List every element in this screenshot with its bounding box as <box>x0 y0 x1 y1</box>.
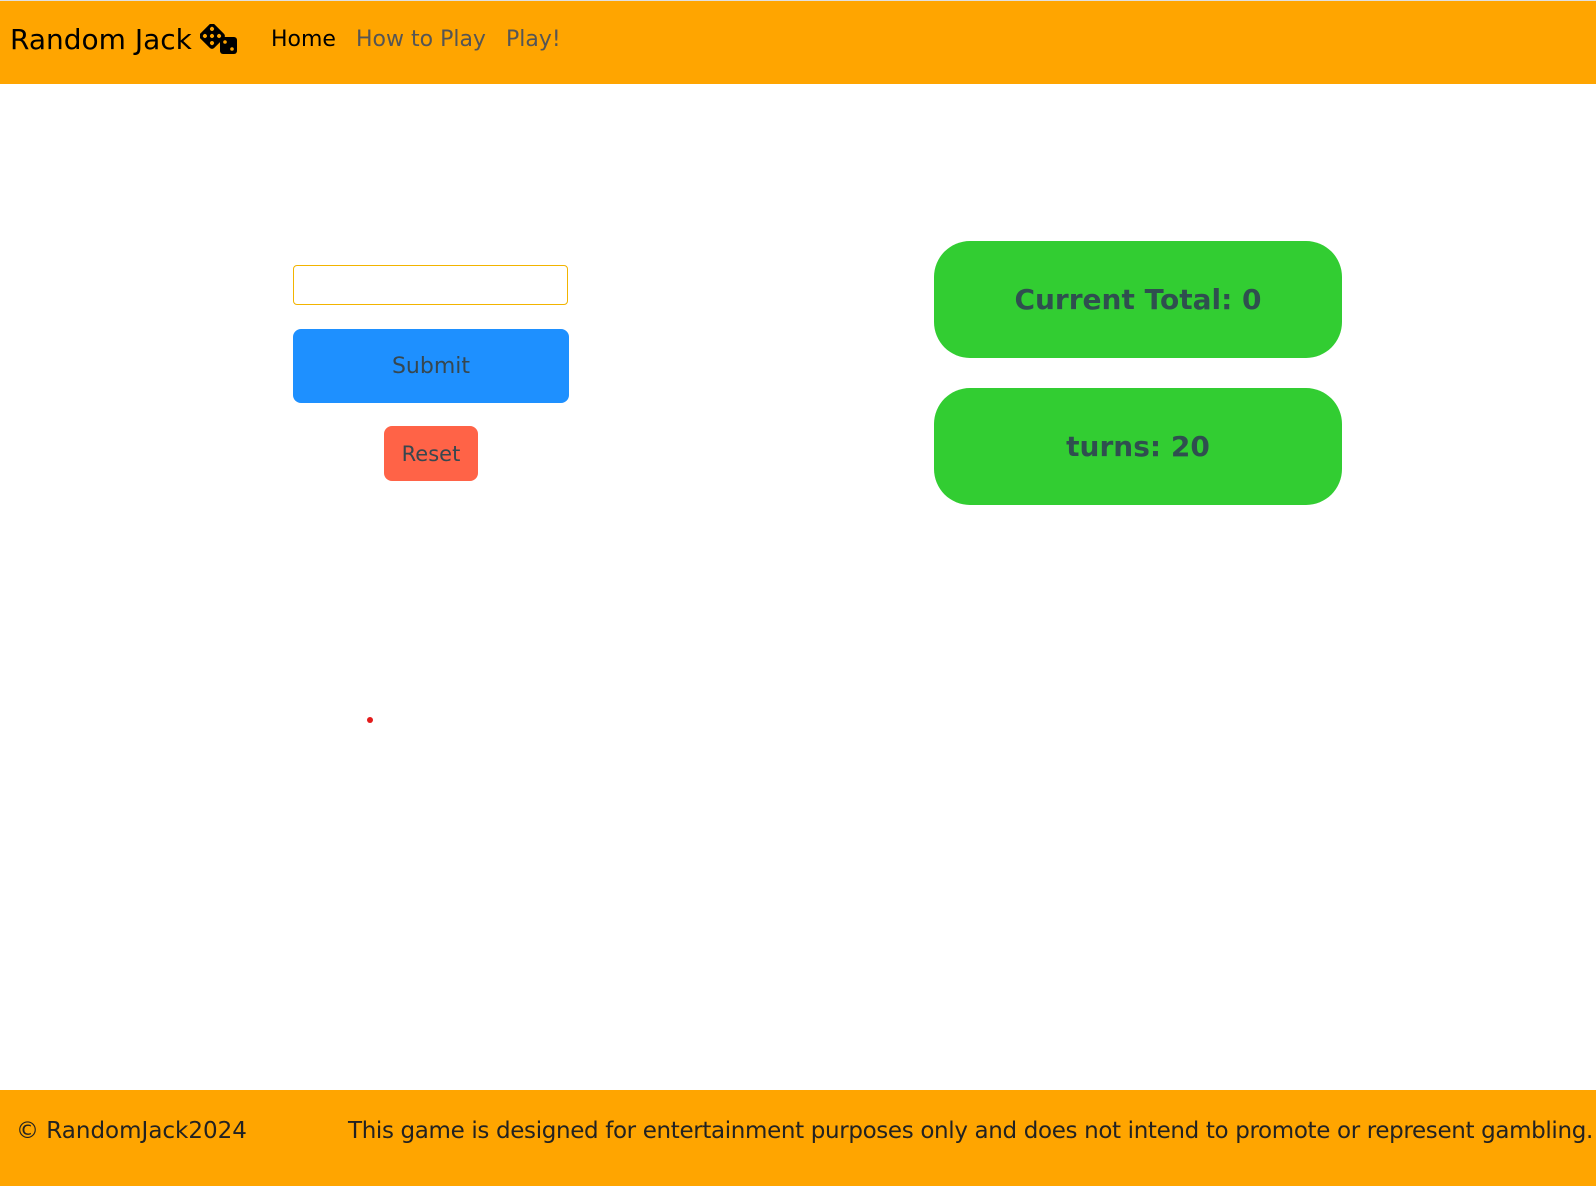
turns-text: turns: 20 <box>1066 430 1210 463</box>
turns-panel: turns: 20 <box>934 388 1342 505</box>
copyright-text: © RandomJack2024 <box>16 1118 247 1144</box>
brand-label: Random Jack <box>10 23 192 56</box>
guess-input[interactable] <box>293 265 568 305</box>
nav-home[interactable]: Home <box>271 27 336 52</box>
footer: © RandomJack2024 This game is designed f… <box>0 1090 1596 1186</box>
reset-button[interactable]: Reset <box>384 426 478 481</box>
red-dot-marker <box>367 717 373 723</box>
submit-button[interactable]: Submit <box>293 329 569 403</box>
page: Random Jack Home How to Play Play! Submi… <box>0 0 1596 1186</box>
disclaimer-text: This game is designed for entertainment … <box>348 1118 1593 1144</box>
current-total-panel: Current Total: 0 <box>934 241 1342 358</box>
dice-icon <box>199 23 237 54</box>
nav-play[interactable]: Play! <box>506 27 561 52</box>
nav-how-to-play[interactable]: How to Play <box>356 27 486 52</box>
brand-link[interactable]: Random Jack <box>10 23 238 56</box>
navbar: Random Jack Home How to Play Play! <box>0 0 1596 84</box>
current-total-text: Current Total: 0 <box>1014 283 1262 316</box>
